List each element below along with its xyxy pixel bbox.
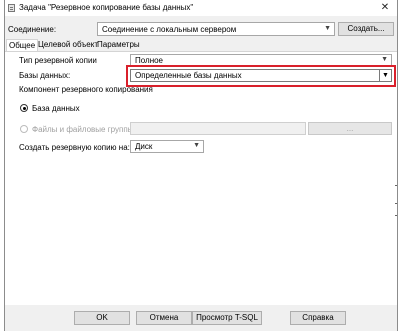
title-bar: Задача "Резервное копирование базы данны… (5, 0, 397, 16)
backup-type-label: Тип резервной копии (19, 56, 97, 65)
connection-row: Соединение: Соединение с локальным серве… (5, 20, 397, 38)
tab-options[interactable]: Параметры (95, 39, 142, 51)
side-mark (395, 215, 397, 216)
chevron-down-icon: ▼ (379, 70, 391, 81)
connection-value: Соединение с локальным сервером (102, 25, 237, 34)
chevron-down-icon: ▼ (324, 25, 331, 32)
help-button[interactable]: Справка (290, 311, 346, 325)
databases-select[interactable]: Определенные базы данных ▼ (130, 69, 392, 82)
radio-files[interactable] (20, 125, 28, 133)
task-icon (8, 4, 15, 12)
radio-files-label: Файлы и файловые группы: (32, 125, 136, 134)
files-browse-button[interactable]: ... (308, 122, 392, 135)
create-backup-on-select[interactable]: Диск ▼ (130, 140, 204, 153)
backup-type-select[interactable]: Полное ▼ (130, 54, 392, 67)
tab-target[interactable]: Целевой объект (36, 39, 100, 51)
backup-type-value: Полное (135, 56, 164, 65)
databases-value: Определенные базы данных (135, 71, 242, 80)
connection-select[interactable]: Соединение с локальным сервером ▼ (97, 22, 335, 36)
cancel-button[interactable]: Отмена (136, 311, 192, 325)
view-tsql-button[interactable]: Просмотр T-SQL (192, 311, 262, 325)
connection-label: Соединение: (8, 25, 57, 34)
ok-button[interactable]: OK (74, 311, 130, 325)
create-backup-on-value: Диск (135, 142, 153, 151)
radio-database-label: База данных (32, 104, 80, 113)
side-mark (395, 185, 397, 186)
side-mark (395, 203, 397, 204)
chevron-down-icon: ▼ (381, 56, 388, 63)
backup-task-dialog: Задача "Резервное копирование базы данны… (4, 0, 398, 331)
files-input[interactable] (130, 122, 306, 135)
close-icon[interactable]: ✕ (373, 0, 397, 16)
chevron-down-icon: ▼ (193, 142, 200, 149)
component-label: Компонент резервного копирования (19, 85, 153, 94)
radio-database[interactable] (20, 104, 28, 112)
databases-label: Базы данных: (19, 71, 71, 80)
general-tab-panel: Тип резервной копии Полное ▼ Базы данных… (5, 51, 397, 305)
create-connection-button[interactable]: Создать... (338, 22, 394, 36)
window-title: Задача "Резервное копирование базы данны… (19, 3, 194, 12)
tab-strip: Общее Целевой объект Параметры (5, 39, 397, 52)
create-backup-on-label: Создать резервную копию на: (19, 143, 130, 152)
